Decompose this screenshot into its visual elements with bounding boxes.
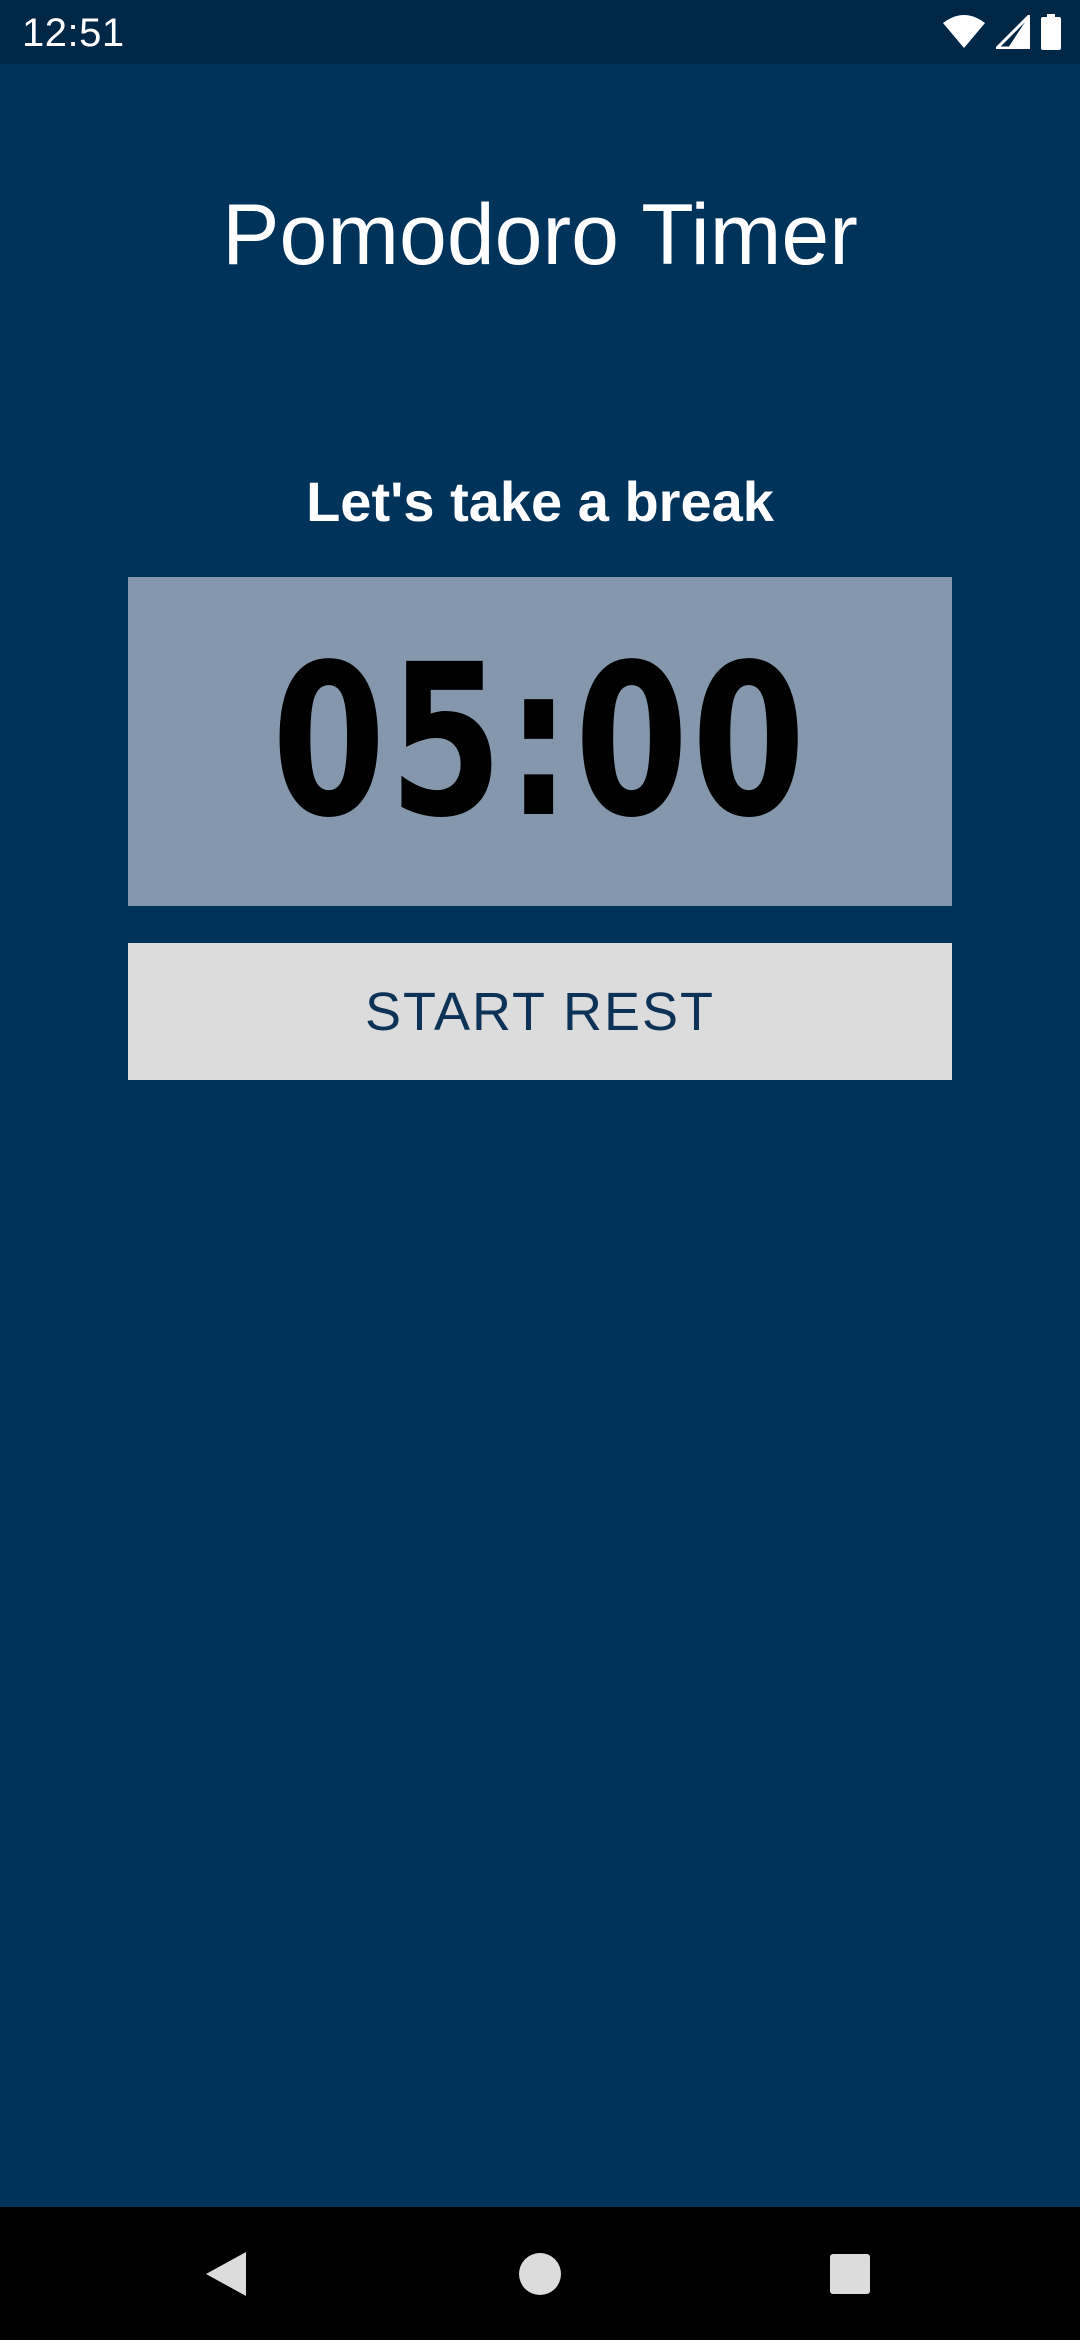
home-icon — [519, 2252, 561, 2295]
app-title: Pomodoro Timer — [222, 187, 858, 283]
battery-icon — [1041, 14, 1061, 50]
status-time: 12:51 — [22, 11, 125, 55]
break-message: Let's take a break — [306, 470, 774, 533]
cellular-signal-icon — [996, 15, 1030, 49]
back-button[interactable] — [156, 2207, 296, 2340]
timer-countdown: 05:00 — [271, 618, 809, 864]
recent-apps-icon — [830, 2253, 870, 2294]
status-icons — [942, 13, 1062, 51]
wifi-icon — [943, 15, 985, 48]
recent-apps-button[interactable] — [780, 2207, 920, 2340]
timer-display: 05:00 — [128, 577, 952, 906]
status-bar: 12:51 — [0, 0, 1080, 64]
home-button[interactable] — [470, 2207, 610, 2340]
navigation-bar — [0, 2207, 1080, 2340]
back-icon — [206, 2251, 246, 2296]
start-rest-button[interactable]: START REST — [128, 943, 952, 1080]
